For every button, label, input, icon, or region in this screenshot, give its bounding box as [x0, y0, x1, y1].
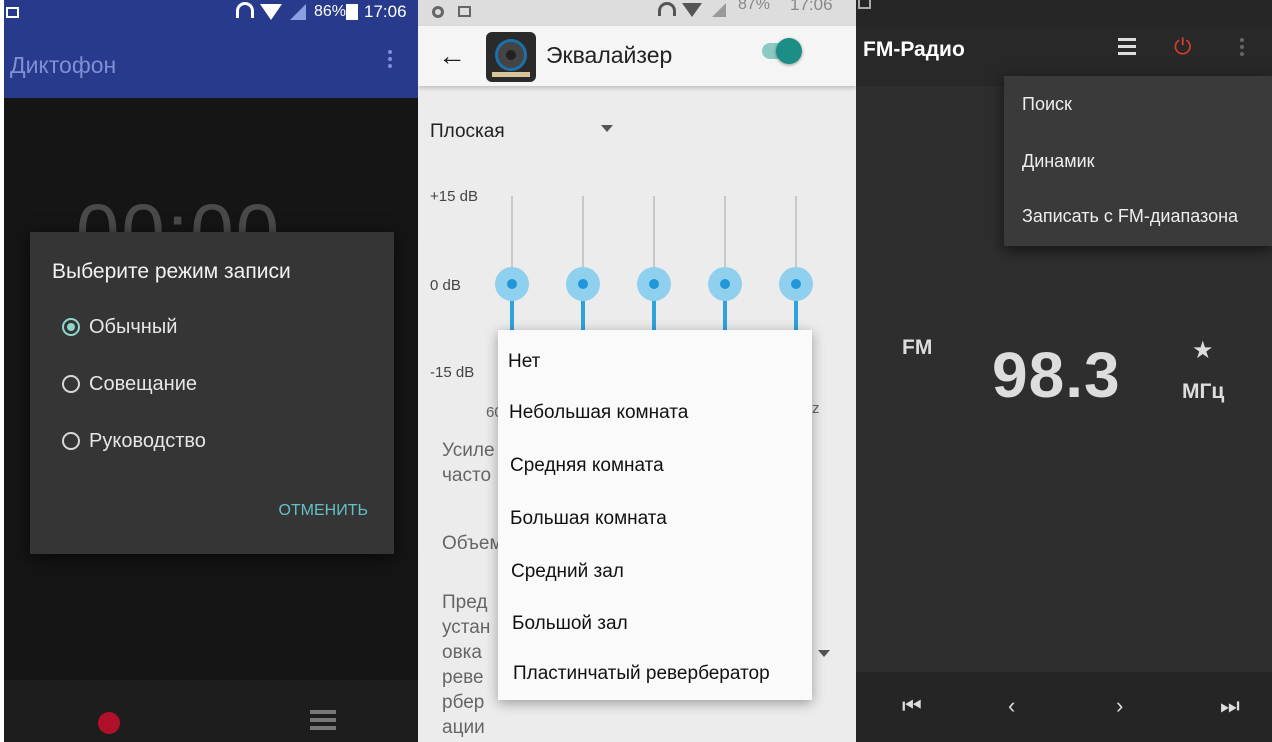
record-icon[interactable]	[98, 712, 120, 734]
signal-icon	[290, 4, 306, 20]
setting-label: Усиле	[442, 440, 495, 461]
setting-label: овка	[442, 642, 482, 663]
seek-forward-icon[interactable]: ›	[1116, 693, 1123, 719]
back-arrow-icon[interactable]: ←	[438, 40, 466, 72]
battery-percent: 86%	[314, 3, 347, 20]
menu-item-record[interactable]: Записать с FM-диапазона	[1022, 206, 1238, 227]
kebab-icon[interactable]	[1240, 38, 1244, 59]
cancel-button[interactable]: ОТМЕНИТЬ	[278, 502, 368, 520]
radio-label: Совещание	[89, 372, 198, 395]
menu-item[interactable]: Пластинчатый ревербератор	[513, 663, 770, 685]
skip-previous-icon[interactable]: ⏮	[902, 693, 922, 719]
menu-item-search[interactable]: Поиск	[1022, 94, 1072, 115]
setting-label: часто	[442, 465, 492, 486]
eq-band-knob[interactable]	[507, 279, 517, 289]
reverb-dropdown-menu: Нет Небольшая комната Средняя комната Бо…	[498, 330, 812, 700]
record-mode-dialog: Выберите режим записи Обычный Совещание …	[30, 232, 394, 554]
bottom-bar	[4, 680, 418, 742]
dialog-title: Выберите режим записи	[52, 260, 291, 283]
dropdown-caret-icon[interactable]	[818, 650, 830, 657]
image-icon	[6, 7, 19, 18]
menu-item[interactable]: Средняя комната	[510, 455, 664, 477]
kebab-icon[interactable]	[388, 50, 392, 71]
radio-unchecked-icon	[62, 432, 80, 450]
overflow-menu: Поиск Динамик Записать с FM-диапазона	[1004, 76, 1272, 246]
app-title: FM-Радио	[863, 38, 965, 61]
image-icon	[458, 6, 471, 17]
setting-label: Объем	[442, 533, 503, 554]
page-title: Эквалайзер	[546, 42, 673, 68]
seek-back-icon[interactable]: ‹	[1008, 693, 1015, 719]
setting-label: ации	[442, 717, 485, 738]
fm-radio-screen: FM-Радио ⏻ Поиск Динамик Записать с FM-д…	[856, 0, 1272, 742]
skip-next-icon[interactable]: ⏭	[1220, 693, 1240, 719]
setting-label: Пред	[442, 592, 488, 613]
radio-unchecked-icon	[62, 375, 80, 393]
wifi-icon	[682, 3, 702, 17]
db-label-mid: 0 dB	[430, 277, 461, 294]
menu-item[interactable]: Большой зал	[512, 613, 628, 635]
battery-icon	[346, 4, 358, 20]
frequency-display: 98.3	[992, 339, 1121, 411]
radio-option-normal[interactable]: Обычный	[62, 312, 177, 342]
setting-label: реве	[442, 667, 484, 688]
status-bar	[856, 0, 1272, 26]
frequency-unit: МГц	[1182, 380, 1225, 403]
status-bar: 87% 17:06	[418, 0, 856, 26]
recorder-screen: 86% 17:06 Диктофон 00:00 Выберите режим …	[4, 0, 418, 742]
menu-item[interactable]: Большая комната	[510, 508, 667, 530]
eq-band-knob[interactable]	[791, 279, 801, 289]
equalizer-screen: 87% 17:06 ← Эквалайзер Плоская +15 dB 0 …	[418, 0, 856, 742]
eq-band-knob[interactable]	[720, 279, 730, 289]
menu-item[interactable]: Средний зал	[511, 561, 624, 583]
db-label-bottom: -15 dB	[430, 364, 475, 381]
image-icon	[858, 0, 871, 9]
band-label: FM	[902, 336, 933, 359]
db-label-top: +15 dB	[430, 188, 478, 205]
radio-label: Обычный	[89, 315, 178, 338]
toggle-knob[interactable]	[776, 38, 802, 64]
wifi-icon	[260, 4, 282, 20]
eq-band-knob[interactable]	[578, 279, 588, 289]
power-icon[interactable]: ⏻	[1174, 34, 1191, 60]
dropdown-caret-icon[interactable]	[601, 125, 613, 132]
radio-option-lecture[interactable]: Руководство	[62, 426, 206, 456]
list-icon[interactable]	[310, 710, 336, 730]
headphones-icon	[658, 2, 676, 16]
preset-select[interactable]: Плоская	[430, 121, 505, 143]
signal-icon	[712, 3, 726, 17]
station-list-icon[interactable]	[1118, 38, 1136, 59]
setting-label: рбер	[442, 692, 485, 713]
setting-label: устан	[442, 617, 491, 638]
radio-label: Руководство	[89, 429, 206, 452]
headphones-icon	[236, 2, 254, 18]
eq-band-knob[interactable]	[649, 279, 659, 289]
radio-checked-icon	[62, 318, 80, 336]
band-freq-label-end: z	[812, 400, 820, 417]
radio-option-meeting[interactable]: Совещание	[62, 369, 197, 399]
equalizer-app-icon	[486, 32, 536, 82]
settings-icon	[432, 6, 444, 18]
clock: 17:06	[364, 2, 407, 21]
favorite-star-icon[interactable]: ★	[1192, 336, 1214, 365]
app-title: Диктофон	[10, 52, 117, 78]
status-bar: 86% 17:06	[4, 0, 418, 26]
clock: 17:06	[790, 0, 833, 14]
battery-percent: 87%	[738, 0, 771, 13]
menu-item-speaker[interactable]: Динамик	[1022, 151, 1095, 172]
menu-item[interactable]: Нет	[508, 351, 540, 373]
menu-item[interactable]: Небольшая комната	[509, 402, 688, 424]
